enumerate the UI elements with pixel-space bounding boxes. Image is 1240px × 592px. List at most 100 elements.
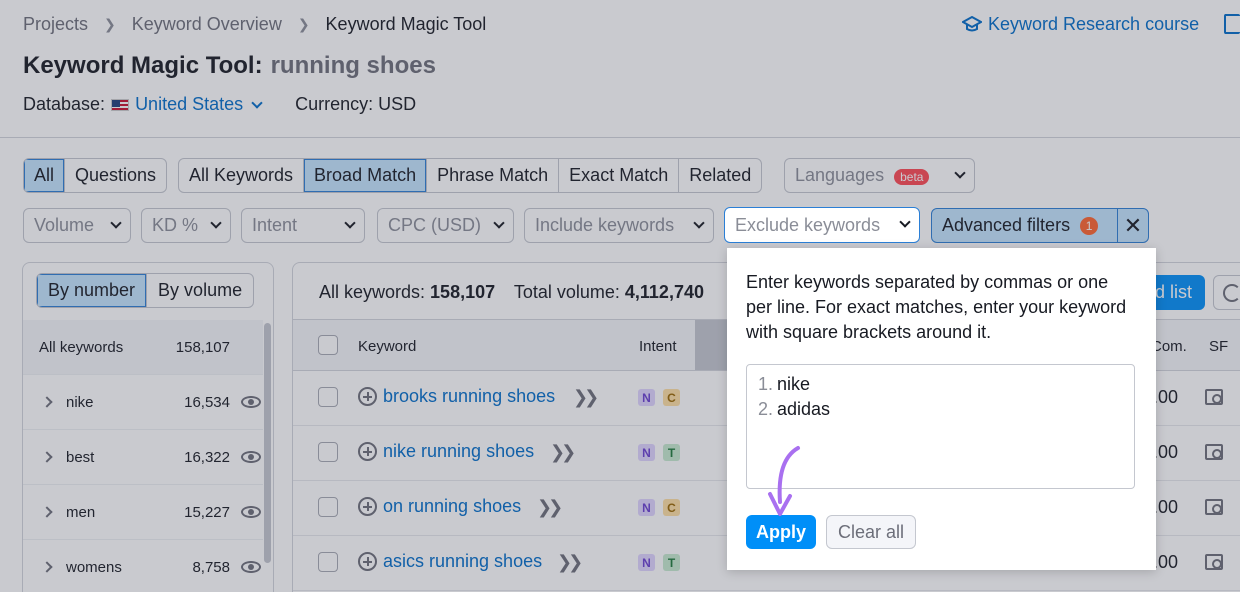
breadcrumb-current: Keyword Magic Tool: [325, 14, 487, 34]
double-chevron-icon[interactable]: ❯❯: [573, 387, 599, 408]
keyword-groups-panel: By number By volume All keywords 158,107…: [22, 262, 274, 592]
select-all-checkbox[interactable]: [318, 335, 338, 355]
serp-features-icon[interactable]: [1205, 499, 1223, 515]
database-label: Database:: [23, 94, 106, 114]
tab-related[interactable]: Related: [679, 159, 761, 192]
advanced-filters-label: Advanced filters: [942, 215, 1071, 235]
list-item[interactable]: nike 16,534: [23, 375, 263, 430]
database-selector[interactable]: United States: [135, 94, 263, 115]
list-item[interactable]: men 15,227: [23, 485, 263, 540]
annotation-arrow-icon: [768, 446, 800, 516]
languages-dropdown[interactable]: Languages beta: [784, 158, 975, 193]
volume-filter[interactable]: Volume: [23, 208, 131, 243]
refresh-button[interactable]: [1213, 275, 1240, 310]
tab-all-keywords[interactable]: All Keywords: [179, 159, 305, 192]
chevron-right-icon[interactable]: [41, 506, 53, 518]
include-keywords-filter[interactable]: Include keywords: [524, 208, 714, 243]
keyword-link[interactable]: asics running shoes: [383, 551, 542, 572]
exclude-keywords-dropdown[interactable]: Exclude keywords: [724, 207, 920, 243]
add-circle-icon[interactable]: [358, 552, 377, 571]
intent-badge: C: [663, 389, 680, 406]
clear-all-button[interactable]: Clear all: [826, 515, 916, 549]
column-sf[interactable]: SF: [1209, 338, 1228, 355]
keyword-line: 1. nike: [758, 374, 1123, 399]
com-value: .00: [1153, 497, 1179, 517]
line-number: 1.: [758, 374, 774, 394]
add-to-list-button[interactable]: d list: [1149, 275, 1205, 310]
chevron-down-icon: [110, 216, 122, 229]
all-keywords-label: All keywords:: [319, 282, 426, 302]
chevron-right-icon[interactable]: [41, 396, 53, 408]
add-to-list-label: d list: [1155, 282, 1193, 302]
eye-icon[interactable]: [241, 561, 261, 573]
add-circle-icon[interactable]: [358, 387, 377, 406]
row-checkbox[interactable]: [318, 497, 338, 517]
tab-questions[interactable]: Questions: [65, 159, 166, 192]
row-checkbox[interactable]: [318, 387, 338, 407]
keyword-link[interactable]: on running shoes: [383, 496, 521, 517]
clear-advanced-filters-button[interactable]: ✕: [1117, 208, 1149, 243]
keyword-stats: All keywords: 158,107 Total volume: 4,11…: [319, 282, 718, 303]
group-count: 158,107: [175, 338, 230, 356]
list-item[interactable]: best 16,322: [23, 430, 263, 485]
chevron-down-icon: [954, 166, 966, 179]
row-checkbox[interactable]: [318, 552, 338, 572]
keyword-link[interactable]: brooks running shoes: [383, 386, 555, 407]
eye-icon[interactable]: [241, 451, 261, 463]
include-keywords-label: Include keywords: [535, 215, 675, 235]
eye-icon[interactable]: [241, 396, 261, 408]
tab-broad-match[interactable]: Broad Match: [304, 159, 428, 192]
chevron-down-icon: [251, 97, 263, 109]
column-volume-shaded: [695, 320, 727, 370]
column-com[interactable]: Com.: [1151, 338, 1187, 355]
add-circle-icon[interactable]: [358, 497, 377, 516]
group-count: 16,534: [184, 393, 230, 411]
advanced-filters-button[interactable]: Advanced filters 1: [931, 208, 1118, 243]
keyword-link[interactable]: nike running shoes: [383, 441, 534, 462]
book-icon[interactable]: [1224, 14, 1240, 34]
chevron-right-icon[interactable]: [41, 451, 53, 463]
com-value: .00: [1153, 442, 1179, 462]
group-label: nike: [66, 393, 94, 411]
all-keywords-value: 158,107: [430, 282, 496, 302]
chevron-right-icon: ❯: [297, 16, 310, 32]
groups-scrollbar[interactable]: [264, 323, 271, 563]
serp-features-icon[interactable]: [1205, 444, 1223, 460]
keyword-text: nike: [777, 374, 811, 394]
row-checkbox[interactable]: [318, 442, 338, 462]
keyword-research-course-link[interactable]: Keyword Research course: [962, 14, 1199, 35]
close-icon: ✕: [1123, 212, 1143, 238]
column-intent[interactable]: Intent: [639, 338, 677, 355]
double-chevron-icon[interactable]: ❯❯: [550, 442, 576, 463]
tab-exact-match[interactable]: Exact Match: [559, 159, 680, 192]
double-chevron-icon[interactable]: ❯❯: [557, 552, 583, 573]
list-item[interactable]: womens 8,758: [23, 540, 263, 592]
group-all-keywords[interactable]: All keywords 158,107: [23, 320, 263, 375]
tab-phrase-match[interactable]: Phrase Match: [427, 159, 560, 192]
course-link-label: Keyword Research course: [988, 14, 1200, 34]
add-circle-icon[interactable]: [358, 442, 377, 461]
intent-filter[interactable]: Intent: [241, 208, 365, 243]
breadcrumb-projects[interactable]: Projects: [23, 14, 88, 35]
breadcrumb-keyword-overview[interactable]: Keyword Overview: [132, 14, 282, 35]
tab-by-number[interactable]: By number: [37, 274, 148, 307]
com-value: .00: [1153, 387, 1179, 407]
tab-by-volume[interactable]: By volume: [147, 274, 253, 307]
serp-features-icon[interactable]: [1205, 389, 1223, 405]
total-volume-value: 4,112,740: [624, 282, 704, 302]
beta-badge: beta: [894, 169, 930, 185]
double-chevron-icon[interactable]: ❯❯: [537, 497, 563, 518]
kd-filter[interactable]: KD %: [141, 208, 231, 243]
cpc-filter[interactable]: CPC (USD): [377, 208, 514, 243]
match-type-tabs: All Keywords Broad Match Phrase Match Ex…: [178, 158, 763, 193]
column-keyword[interactable]: Keyword: [358, 338, 416, 355]
intent-badge: N: [638, 499, 655, 516]
eye-icon[interactable]: [241, 506, 261, 518]
tab-all[interactable]: All: [24, 159, 66, 192]
chevron-right-icon[interactable]: [41, 561, 53, 573]
currency-label: Currency: USD: [295, 94, 417, 114]
us-flag-icon: [111, 98, 130, 111]
volume-filter-label: Volume: [34, 215, 95, 235]
keyword-magic-tool-page: Projects ❯ Keyword Overview ❯ Keyword Ma…: [0, 0, 1240, 592]
serp-features-icon[interactable]: [1205, 554, 1223, 570]
